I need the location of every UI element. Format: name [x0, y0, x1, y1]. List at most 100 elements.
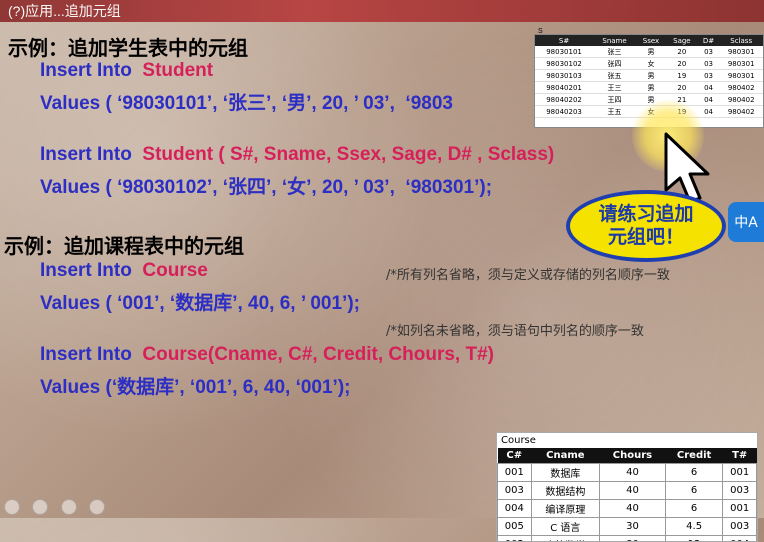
- student-table-cell: 女: [636, 58, 666, 70]
- example1-insert-columns-line: Insert Into Student ( S#, Sname, Ssex, S…: [40, 144, 554, 166]
- course-table-cell: 40: [600, 464, 666, 482]
- student-table-cell: 98030101: [535, 46, 593, 58]
- student-table-cell: 98040202: [535, 94, 593, 106]
- course-table-cell: 高等数学: [531, 536, 600, 542]
- student-table-cell: 98040201: [535, 82, 593, 94]
- student-table-cell: 张四: [593, 58, 636, 70]
- note-column-order: /*所有列名省略，须与定义或存储的列名顺序一致: [386, 264, 670, 283]
- student-table-row: 98030101张三男2003980301: [535, 46, 763, 58]
- course-table-cell: 编译原理: [531, 500, 600, 518]
- course-table-cell: 数据结构: [531, 482, 600, 500]
- course-table-header-cell: Credit: [665, 448, 723, 464]
- example2-values-line-2: Values (‘数据库’, ‘001’, 6, 40, ‘001’);: [40, 372, 350, 399]
- example1-insert-line: Insert Into Student: [40, 60, 213, 82]
- student-table-cell: 王四: [593, 94, 636, 106]
- course-table-header-cell: T#: [723, 448, 757, 464]
- course-table-header-cell: C#: [498, 448, 532, 464]
- course-table-cell: 6: [665, 464, 723, 482]
- student-table-cell: 98030103: [535, 70, 593, 82]
- insert-keyword: Insert Into: [40, 60, 132, 81]
- course-table-cell: 12: [665, 536, 723, 542]
- course-table-cell: 003: [498, 482, 532, 500]
- course-table-cell: 80: [600, 536, 666, 542]
- example1-heading: 示例：追加学生表中的元组: [8, 32, 248, 61]
- zoom-icon[interactable]: [89, 499, 105, 515]
- course-table-row: 005C 语言304.5003: [498, 518, 757, 536]
- table-columns: Course(Cname, C#, Credit, Chours, T#): [142, 344, 494, 365]
- student-table-row: 98030102张四女2003980301: [535, 58, 763, 70]
- student-table-row: 98040202王四男2104980402: [535, 94, 763, 106]
- example1-values-line-2: Values ( ‘98030102’, ‘张四’, ‘女’, 20, ’ 03…: [40, 172, 492, 199]
- student-table-cell: 张五: [593, 70, 636, 82]
- example2-insert-line: Insert Into Course: [40, 260, 208, 282]
- course-table-cell: 4.5: [665, 518, 723, 536]
- student-table-header-cell: D#: [698, 35, 720, 46]
- student-table-header-cell: Sage: [666, 35, 698, 46]
- course-table-cell: 6: [665, 482, 723, 500]
- course-table-cell: C 语言: [531, 518, 600, 536]
- student-table-cell: 980402: [719, 82, 763, 94]
- example2-heading: 示例：追加课程表中的元组: [4, 230, 244, 259]
- student-table-row: 98030103张五男1903980301: [535, 70, 763, 82]
- student-table-cell: 男: [636, 46, 666, 58]
- student-table-cell: 男: [636, 70, 666, 82]
- student-table-cell: 张三: [593, 46, 636, 58]
- student-table-header-cell: Sclass: [719, 35, 763, 46]
- player-controls: [0, 496, 120, 518]
- table-columns: Student ( S#, Sname, Ssex, Sage, D# , Sc…: [142, 144, 554, 165]
- course-table-cell: 003: [723, 482, 757, 500]
- course-table-cell: 40: [600, 500, 666, 518]
- slide-canvas: 示例：追加学生表中的元组 Insert Into Student Values …: [0, 22, 764, 518]
- course-table-header-cell: Chours: [600, 448, 666, 464]
- course-table-row: 002高等数学8012004: [498, 536, 757, 542]
- course-table-cell: 005: [498, 518, 532, 536]
- slide-title: (?)应用...追加元组: [8, 3, 121, 19]
- student-table-cell: 03: [698, 58, 720, 70]
- student-table-cell: 98040203: [535, 106, 593, 118]
- course-table-cell: 30: [600, 518, 666, 536]
- prev-slide-icon[interactable]: [4, 499, 20, 515]
- student-table-cell: 980402: [719, 106, 763, 118]
- example1-values-line: Values ( ‘98030101’, ‘张三’, ‘男’, 20, ’ 03…: [40, 88, 453, 115]
- course-table-header-cell: Cname: [531, 448, 600, 464]
- next-slide-icon[interactable]: [32, 499, 48, 515]
- insert-keyword: Insert Into: [40, 260, 132, 281]
- insert-keyword: Insert Into: [40, 344, 132, 365]
- student-table-cell: 王三: [593, 82, 636, 94]
- course-table-cell: 004: [498, 500, 532, 518]
- student-table-cell: 03: [698, 46, 720, 58]
- student-table-cell: 980301: [719, 58, 763, 70]
- pen-tool-icon[interactable]: [61, 499, 77, 515]
- course-table-cell: 003: [723, 518, 757, 536]
- callout-line1: 请练习追加: [598, 203, 693, 226]
- course-table: Course C#CnameChoursCreditT# 001数据库40600…: [496, 432, 758, 542]
- student-table-header-cell: S#: [535, 35, 593, 46]
- student-table-cell: 王五: [593, 106, 636, 118]
- student-table-cell: 男: [636, 82, 666, 94]
- course-table-cell: 001: [498, 464, 532, 482]
- callout-line2: 元组吧！: [598, 226, 693, 249]
- student-table-cell: 04: [698, 94, 720, 106]
- table-name: Course: [142, 260, 207, 281]
- student-table-header-cell: Ssex: [636, 35, 666, 46]
- student-table-cell: 980301: [719, 46, 763, 58]
- course-table-cell: 001: [723, 500, 757, 518]
- practice-callout: 请练习追加 元组吧！: [566, 190, 726, 262]
- course-table-row: 003数据结构406003: [498, 482, 757, 500]
- course-table-cell: 40: [600, 482, 666, 500]
- course-table-cell: 6: [665, 500, 723, 518]
- note-statement-order: /*如列名未省略，须与语句中列名的顺序一致: [386, 320, 644, 339]
- student-table-cell: 04: [698, 82, 720, 94]
- student-table-cell: 19: [666, 70, 698, 82]
- student-table-cell: 20: [666, 82, 698, 94]
- student-table-header-cell: Sname: [593, 35, 636, 46]
- course-table-row: 001数据库406001: [498, 464, 757, 482]
- course-table-row: 004编译原理406001: [498, 500, 757, 518]
- student-table-cell: 03: [698, 70, 720, 82]
- student-table-cell: 98030102: [535, 58, 593, 70]
- translate-side-button[interactable]: 中A: [728, 202, 764, 242]
- student-table-cell: 20: [666, 46, 698, 58]
- student-table-cell: 20: [666, 58, 698, 70]
- course-table-cell: 002: [498, 536, 532, 542]
- slide-title-bar: (?)应用...追加元组: [0, 0, 764, 22]
